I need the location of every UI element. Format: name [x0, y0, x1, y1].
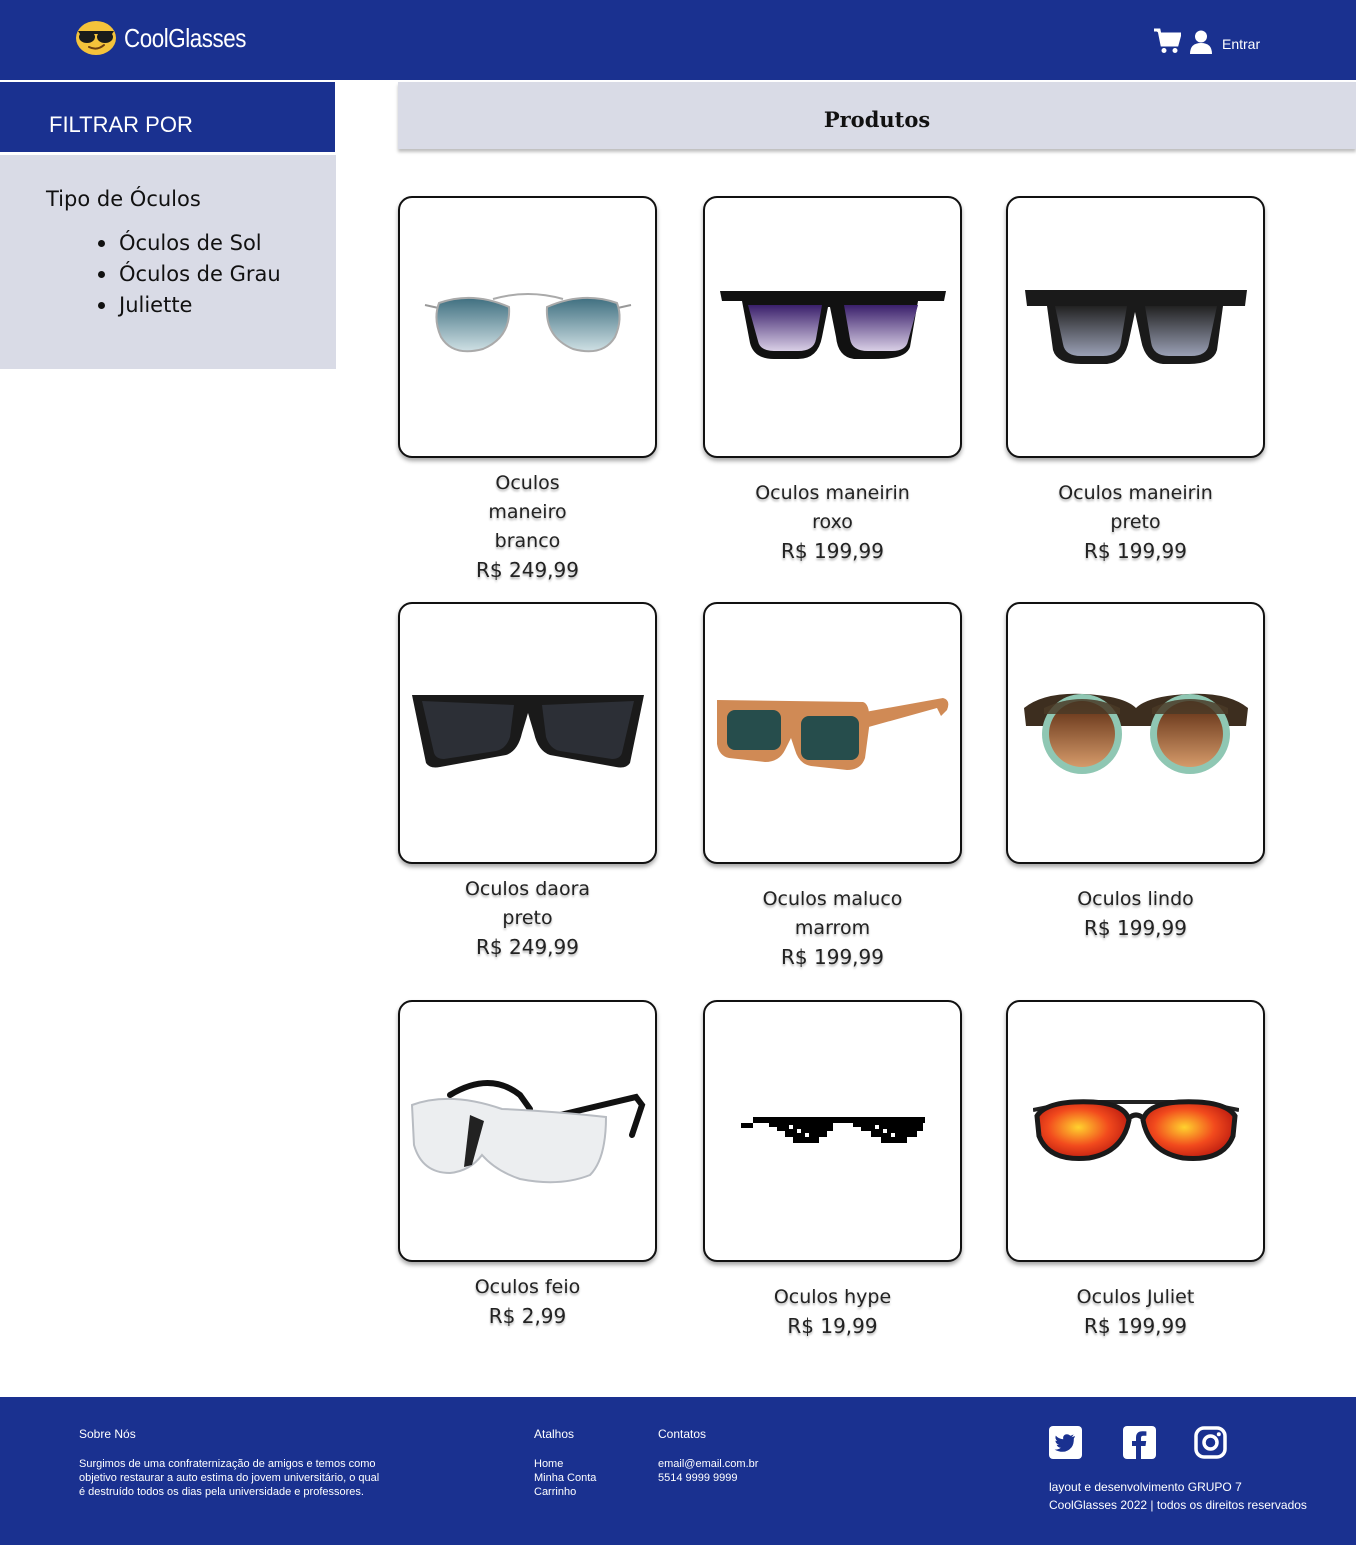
footer-link-cart[interactable]: Carrinho — [534, 1485, 596, 1499]
product-price: R$ 19,99 — [787, 1314, 878, 1338]
product-price: R$ 249,99 — [476, 935, 579, 959]
footer-credits-line: CoolGlasses 2022 | todos os direitos res… — [1049, 1498, 1307, 1512]
product-price: R$ 199,99 — [1084, 1314, 1187, 1338]
bullet — [98, 240, 105, 247]
product-image-frame[interactable] — [1006, 1000, 1265, 1262]
product-card[interactable]: Oculos feio R$ 2,99 — [398, 1000, 657, 1330]
product-price: R$ 2,99 — [488, 1304, 567, 1328]
wayfarer-sunglasses-image — [719, 291, 946, 359]
sunglasses-emoji-icon — [76, 21, 116, 55]
top-navbar: CoolGlasses Entrar — [0, 0, 1356, 80]
pixel-sunglasses-image — [740, 1117, 925, 1143]
cart-icon[interactable] — [1153, 28, 1181, 54]
product-price: R$ 249,99 — [476, 558, 579, 582]
brand-logo[interactable]: CoolGlasses — [75, 20, 266, 56]
product-card[interactable]: Oculos hype R$ 19,99 — [703, 1000, 962, 1340]
user-icon[interactable] — [1190, 30, 1212, 54]
product-name: Oculos maneiro branco — [488, 472, 567, 552]
footer-about-line: é destruído todos os dias pela universid… — [79, 1486, 364, 1498]
product-name: Oculos maneirin roxo — [755, 482, 910, 533]
filter-item-label: Óculos de Sol — [119, 231, 262, 255]
product-price: R$ 199,99 — [1084, 916, 1187, 940]
filter-panel: Tipo de Óculos Óculos de Sol Óculos de G… — [0, 155, 336, 369]
footer-about-line: objetivo restaurar a auto estima do jove… — [79, 1472, 380, 1484]
product-image-frame[interactable] — [398, 196, 657, 458]
footer-credits-line: layout e desenvolvimento GRUPO 7 — [1049, 1480, 1242, 1494]
filter-item-label: Óculos de Grau — [119, 262, 281, 286]
filter-list: Óculos de Sol Óculos de Grau Juliette — [98, 228, 281, 321]
product-name: Oculos daora preto — [464, 878, 591, 929]
wayfarer-sunglasses-image — [1024, 290, 1247, 364]
footer-about-line: Surgimos de uma confraternização de amig… — [79, 1458, 376, 1470]
footer-link-account[interactable]: Minha Conta — [534, 1471, 596, 1485]
juliet-sunglasses-image — [1032, 1099, 1239, 1162]
login-link[interactable]: Entrar — [1222, 36, 1260, 52]
product-name: Oculos hype — [773, 1286, 892, 1308]
footer-contacts-title: Contatos — [658, 1427, 707, 1441]
product-image-frame[interactable] — [703, 196, 962, 458]
product-image-frame[interactable] — [1006, 196, 1265, 458]
product-name: Oculos maluco marrom — [762, 888, 903, 939]
footer-email[interactable]: email@email.com.br — [658, 1457, 758, 1471]
rectangular-sunglasses-image — [716, 698, 948, 770]
product-image-frame[interactable] — [398, 1000, 657, 1262]
safety-glasses-image — [410, 1080, 645, 1184]
product-card[interactable]: Oculos maneirin roxo R$ 199,99 — [703, 196, 962, 565]
filter-item-grau[interactable]: Óculos de Grau — [98, 259, 281, 290]
facebook-icon[interactable] — [1123, 1426, 1156, 1459]
product-card[interactable]: Oculos lindo R$ 199,99 — [1006, 602, 1265, 942]
footer-shortcuts-title: Atalhos — [534, 1427, 575, 1441]
products-header: Produtos — [398, 82, 1356, 149]
page-title: Produtos — [823, 107, 931, 132]
twitter-icon[interactable] — [1049, 1426, 1082, 1459]
footer-link-home[interactable]: Home — [534, 1457, 596, 1471]
product-name: Oculos Juliet — [1076, 1286, 1195, 1308]
footer-phone: 5514 9999 9999 — [658, 1472, 738, 1484]
footer-shortcuts: Home Minha Conta Carrinho — [534, 1457, 596, 1499]
product-image-frame[interactable] — [703, 602, 962, 864]
bullet — [98, 271, 105, 278]
brand-name: CoolGlasses — [124, 22, 247, 53]
filter-title: FILTRAR POR — [49, 112, 193, 137]
product-image-frame[interactable] — [703, 1000, 962, 1262]
filter-item-label: Juliette — [119, 293, 193, 317]
filter-item-sol[interactable]: Óculos de Sol — [98, 228, 281, 259]
product-name: Oculos maneirin preto — [1058, 482, 1213, 533]
product-price: R$ 199,99 — [781, 539, 884, 563]
footer-contacts: email@email.com.br 5514 9999 9999 — [658, 1457, 758, 1485]
instagram-icon[interactable] — [1194, 1426, 1227, 1459]
cat-eye-sunglasses-image — [411, 695, 644, 768]
product-image-frame[interactable] — [398, 602, 657, 864]
product-card[interactable]: Oculos maneirin preto R$ 199,99 — [1006, 196, 1265, 565]
product-card[interactable]: Oculos daora preto R$ 249,99 — [398, 602, 657, 961]
filter-group-title: Tipo de Óculos — [46, 187, 201, 211]
product-card[interactable]: Oculos Juliet R$ 199,99 — [1006, 1000, 1265, 1340]
product-price: R$ 199,99 — [781, 945, 884, 969]
product-image-frame[interactable] — [1006, 602, 1265, 864]
footer-about-text: Surgimos de uma confraternização de amig… — [79, 1457, 379, 1499]
round-sunglasses-image — [1023, 693, 1248, 774]
footer-credits: layout e desenvolvimento GRUPO 7 CoolGla… — [1049, 1478, 1307, 1514]
footer: Sobre Nós Surgimos de uma confraternizaç… — [0, 1397, 1356, 1545]
footer-about-title: Sobre Nós — [79, 1427, 136, 1441]
product-card[interactable]: Oculos maneiro branco R$ 249,99 — [398, 196, 657, 584]
bullet — [98, 302, 105, 309]
product-price: R$ 199,99 — [1084, 539, 1187, 563]
filter-item-juliette[interactable]: Juliette — [98, 290, 281, 321]
product-name: Oculos feio — [474, 1276, 581, 1298]
product-card[interactable]: Oculos maluco marrom R$ 199,99 — [703, 602, 962, 971]
aviator-sunglasses-image — [424, 293, 631, 353]
product-name: Oculos lindo — [1077, 888, 1194, 910]
filter-header: FILTRAR POR — [0, 82, 335, 152]
